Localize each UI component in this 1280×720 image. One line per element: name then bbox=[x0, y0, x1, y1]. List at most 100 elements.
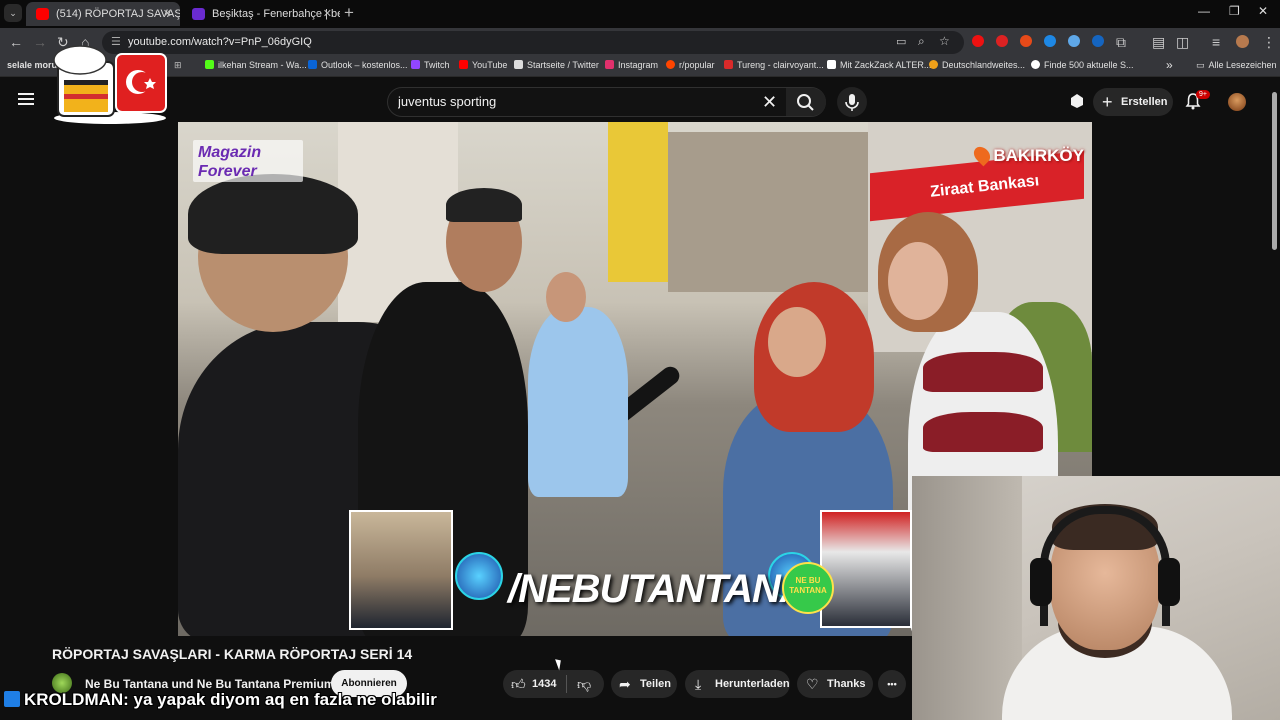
extension-icon[interactable] bbox=[972, 35, 984, 47]
create-button[interactable]: + Erstellen bbox=[1093, 88, 1173, 116]
back-icon[interactable]: ← bbox=[9, 34, 23, 50]
bookmarks-bar: selale moruk ⊞ ilkehan Stream - Wa... Ou… bbox=[0, 57, 1280, 77]
bookmark-item[interactable]: Twitch bbox=[411, 60, 450, 70]
logo-text: NE BU TANTANA bbox=[789, 576, 827, 595]
sweater-stripe bbox=[923, 352, 1043, 392]
bookmark-label: Twitch bbox=[424, 60, 450, 70]
extension-icon[interactable] bbox=[1020, 35, 1032, 47]
person-head bbox=[546, 272, 586, 322]
youtube-masthead: ✕ + Erstellen 9+ bbox=[0, 80, 1280, 122]
bookmark-item[interactable]: Instagram bbox=[605, 60, 658, 70]
video-title: RÖPORTAJ SAVAŞLARI - KARMA RÖPORTAJ SERİ… bbox=[52, 646, 413, 662]
cap bbox=[188, 174, 358, 254]
close-tab-icon[interactable]: ✕ bbox=[163, 2, 172, 26]
tab-title: Beşiktaş - Fenerbahçe | beIN SP bbox=[212, 8, 340, 20]
tab-roportaj[interactable]: (514) RÖPORTAJ SAVAŞLARI - K ✕ bbox=[26, 2, 180, 26]
forward-icon[interactable]: → bbox=[33, 34, 47, 50]
bookmark-item[interactable]: Tureng - clairvoyant... bbox=[724, 60, 824, 70]
channel-logo-icon bbox=[455, 552, 503, 600]
extension-icon[interactable] bbox=[996, 35, 1008, 47]
info-icon bbox=[1031, 60, 1040, 69]
menu-dots-icon[interactable]: ⋮ bbox=[1262, 34, 1276, 51]
profile-switch-icon[interactable]: ◫ bbox=[1176, 34, 1189, 51]
headset-earcup bbox=[1158, 558, 1180, 606]
reddit-icon bbox=[666, 60, 675, 69]
minimize-icon[interactable]: — bbox=[1198, 4, 1210, 18]
thanks-label: Thanks bbox=[827, 678, 866, 690]
apps-grid-icon[interactable]: ⊞ bbox=[174, 60, 182, 71]
zoom-icon[interactable]: ⌕ bbox=[918, 34, 925, 49]
bookmark-item[interactable]: ilkehan Stream - Wa... bbox=[205, 60, 307, 70]
extensions-puzzle-icon[interactable]: ⧉ bbox=[1116, 34, 1126, 51]
bookmark-label: Finde 500 aktuelle S... bbox=[1044, 60, 1134, 70]
extension-icon[interactable] bbox=[1044, 35, 1056, 47]
bookmark-item[interactable]: Finde 500 aktuelle S... bbox=[1031, 60, 1134, 70]
page-scrollbar[interactable] bbox=[1272, 92, 1277, 250]
youtube-icon bbox=[459, 60, 468, 69]
account-avatar[interactable] bbox=[1228, 93, 1246, 111]
sidepanel-icon[interactable]: ▤ bbox=[1152, 34, 1165, 51]
zackzack-icon bbox=[827, 60, 836, 69]
share-button[interactable]: ➦ Teilen bbox=[611, 670, 677, 698]
twitch-icon bbox=[411, 60, 420, 69]
all-bookmarks-label: Alle Lesezeichen bbox=[1208, 60, 1277, 70]
building bbox=[608, 122, 668, 282]
tab-besiktas[interactable]: Beşiktaş - Fenerbahçe | beIN SP ✕ bbox=[182, 2, 340, 26]
bookmark-item[interactable]: Startseite / Twitter bbox=[514, 60, 599, 70]
location-pin-icon bbox=[971, 143, 994, 167]
extension-icon[interactable] bbox=[1068, 35, 1080, 47]
bookmarks-overflow-button[interactable]: » bbox=[1166, 58, 1173, 72]
politician-card-right bbox=[820, 510, 912, 628]
profile-avatar-icon[interactable] bbox=[1236, 35, 1249, 48]
create-label: Erstellen bbox=[1121, 96, 1168, 108]
download-button[interactable]: ⤓ Herunterladen bbox=[685, 670, 790, 698]
headset-icon bbox=[1040, 506, 1170, 626]
guide-menu-icon[interactable] bbox=[18, 93, 34, 105]
channel-handle-overlay: /NEBUTANTANA bbox=[508, 567, 809, 611]
chat-platform-icon bbox=[4, 691, 20, 707]
reading-list-icon[interactable]: ≡ bbox=[1212, 34, 1220, 50]
tab-search-icon[interactable]: ⌄ bbox=[4, 4, 22, 22]
thanks-button[interactable]: ♡ Thanks bbox=[797, 670, 873, 698]
maximize-icon[interactable]: ❐ bbox=[1229, 4, 1240, 18]
channel-name[interactable]: Ne Bu Tantana und Ne Bu Tantana Premium bbox=[85, 677, 335, 691]
chat-text: : ya yapak diyom aq en fazla ne olabilir bbox=[123, 690, 437, 709]
notification-count-badge: 9+ bbox=[1196, 90, 1210, 99]
kick-icon bbox=[205, 60, 214, 69]
extension-icon[interactable] bbox=[1092, 35, 1104, 47]
like-dislike-group: 👍︎ 1434 👎︎ bbox=[503, 670, 604, 698]
more-actions-button[interactable]: ••• bbox=[878, 670, 906, 698]
watermark-text: Magazin Forever bbox=[198, 144, 262, 180]
bookmark-item[interactable]: Outlook – kostenlos... bbox=[308, 60, 408, 70]
passerby bbox=[528, 307, 628, 497]
person-face bbox=[888, 242, 948, 320]
like-button[interactable]: 👍︎ 1434 bbox=[503, 670, 566, 698]
bookmark-star-icon[interactable]: ☆ bbox=[939, 34, 950, 48]
window-close-icon[interactable]: ✕ bbox=[1258, 4, 1268, 18]
search-button[interactable] bbox=[786, 88, 826, 116]
background-shelf bbox=[912, 476, 1022, 720]
microphone-icon bbox=[845, 94, 859, 111]
address-bar[interactable]: ☰ youtube.com/watch?v=PnP_06dyGIQ ▭ ⌕ ☆ bbox=[102, 31, 964, 54]
bookmark-item[interactable]: Mit ZackZack ALTER... bbox=[827, 60, 931, 70]
search-input[interactable] bbox=[398, 94, 738, 109]
clear-search-icon[interactable]: ✕ bbox=[762, 92, 777, 113]
search-box[interactable]: ✕ bbox=[387, 87, 826, 117]
outlook-icon bbox=[308, 60, 317, 69]
new-tab-button[interactable]: + bbox=[344, 2, 354, 24]
create-video-icon[interactable] bbox=[1068, 92, 1086, 110]
all-bookmarks-folder[interactable]: ▭ Alle Lesezeichen bbox=[1196, 60, 1277, 71]
bookmark-item[interactable]: r/popular bbox=[666, 60, 715, 70]
close-tab-icon[interactable]: ✕ bbox=[323, 2, 332, 26]
bookmark-item[interactable]: YouTube bbox=[459, 60, 507, 70]
super-thanks-icon: ♡ bbox=[806, 676, 819, 692]
bookmark-item[interactable]: Deutschlandweites... bbox=[929, 60, 1025, 70]
cast-icon[interactable]: ▭ bbox=[896, 35, 906, 48]
dislike-button[interactable]: 👎︎ bbox=[567, 670, 604, 698]
sweater-stripe bbox=[923, 412, 1043, 452]
bein-favicon-icon bbox=[192, 8, 205, 20]
browser-toolbar: ← → ↻ ⌂ ☰ youtube.com/watch?v=PnP_06dyGI… bbox=[0, 28, 1280, 57]
youtube-favicon-icon bbox=[36, 8, 49, 20]
streamer-webcam bbox=[912, 476, 1280, 720]
voice-search-button[interactable] bbox=[837, 87, 867, 117]
